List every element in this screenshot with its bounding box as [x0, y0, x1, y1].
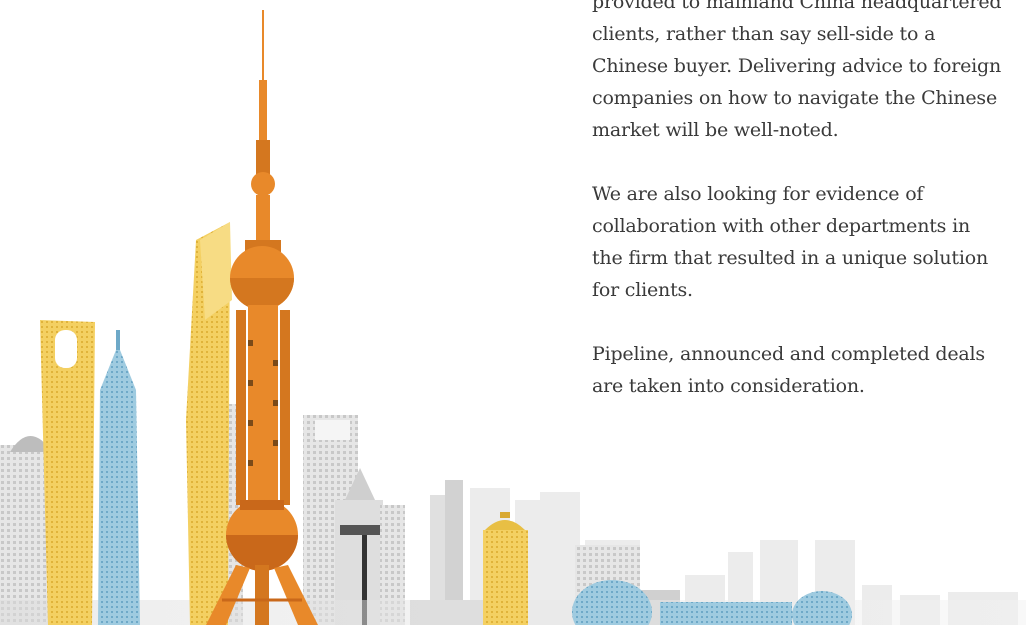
paragraph-pipeline: Pipeline, announced and completed deals …	[592, 343, 985, 397]
paragraph-criteria: provided to mainland China headquartered…	[592, 0, 1002, 141]
paragraph-collaboration: We are also looking for evidence of coll…	[592, 183, 988, 301]
body-text: provided to mainland China headquartered…	[592, 0, 1002, 434]
